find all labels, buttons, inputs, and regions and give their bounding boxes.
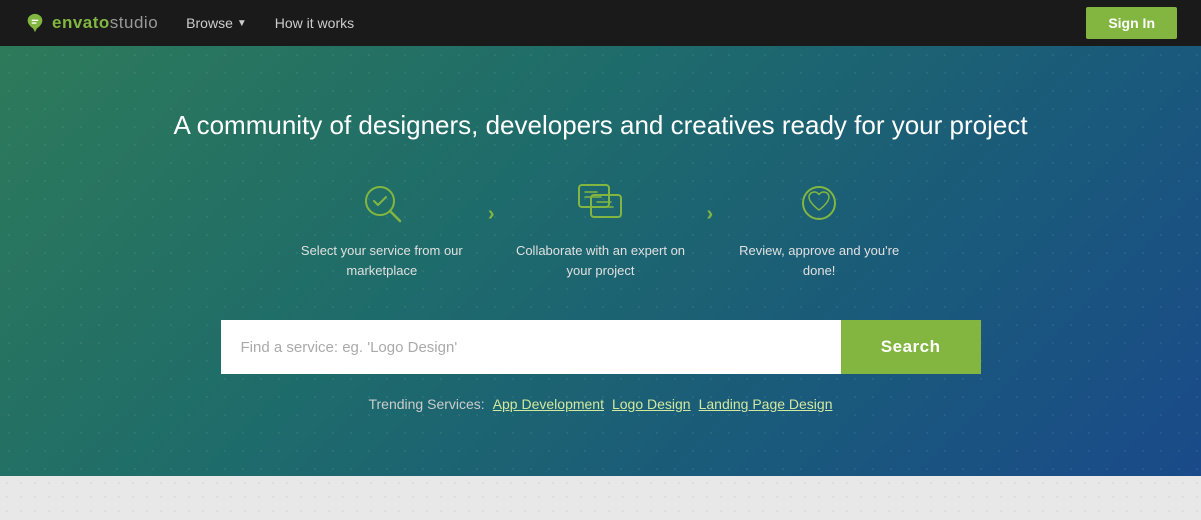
heart-icon [793, 177, 845, 229]
step-review: Review, approve and you're done! [729, 177, 909, 280]
arrow-icon-2: › [707, 203, 714, 226]
search-button[interactable]: Search [841, 320, 981, 374]
bottom-section [0, 476, 1201, 520]
signin-button[interactable]: Sign In [1086, 7, 1177, 39]
step-review-label: Review, approve and you're done! [729, 241, 909, 280]
step-collaborate-label: Collaborate with an expert on your proje… [511, 241, 691, 280]
step-collaborate: Collaborate with an expert on your proje… [511, 177, 691, 280]
browse-menu[interactable]: Browse ▼ [186, 15, 247, 31]
trending-logo-design[interactable]: Logo Design [612, 396, 691, 412]
trending-label: Trending Services: [368, 396, 484, 412]
steps-container: Select your service from our marketplace… [292, 177, 909, 280]
step-select: Select your service from our marketplace [292, 177, 472, 280]
hero-title: A community of designers, developers and… [173, 110, 1027, 141]
step-select-label: Select your service from our marketplace [292, 241, 472, 280]
envato-logo-icon [24, 12, 46, 34]
search-input[interactable] [221, 320, 841, 374]
chat-icon [575, 177, 627, 229]
trending-app-development[interactable]: App Development [493, 396, 604, 412]
logo: envatostudio [24, 12, 158, 34]
chevron-down-icon: ▼ [237, 18, 247, 29]
search-bar: Search [221, 320, 981, 374]
trending-landing-page[interactable]: Landing Page Design [699, 396, 833, 412]
navbar: envatostudio Browse ▼ How it works Sign … [0, 0, 1201, 46]
nav-left: envatostudio Browse ▼ How it works [24, 12, 354, 34]
arrow-icon-1: › [488, 203, 495, 226]
hero-section: A community of designers, developers and… [0, 46, 1201, 476]
how-it-works-link[interactable]: How it works [275, 15, 354, 31]
trending-services: Trending Services: App Development Logo … [368, 396, 832, 412]
search-check-icon [356, 177, 408, 229]
logo-text: envatostudio [52, 13, 158, 33]
